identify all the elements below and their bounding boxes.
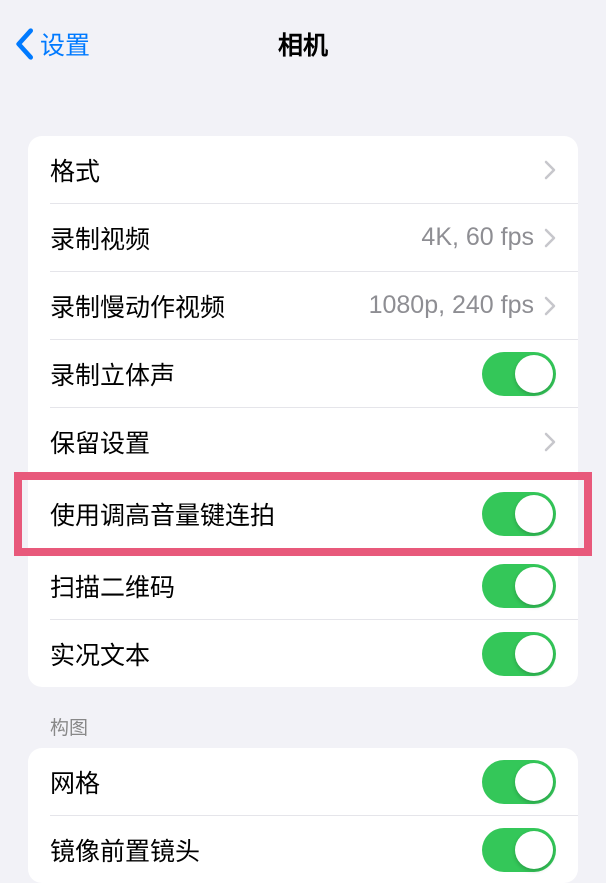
row-label: 使用调高音量键连拍: [50, 496, 275, 532]
row-format[interactable]: 格式: [28, 136, 578, 203]
row-record-slomo[interactable]: 录制慢动作视频 1080p, 240 fps: [28, 272, 578, 339]
row-stereo-sound: 录制立体声: [28, 340, 578, 407]
row-mirror-front: 镜像前置镜头: [28, 816, 578, 883]
toggle-mirror-front[interactable]: [482, 828, 556, 872]
row-volume-burst: 使用调高音量键连拍: [28, 476, 578, 551]
row-value: 1080p, 240 fps: [369, 291, 534, 320]
row-grid: 网格: [28, 748, 578, 815]
row-label: 保留设置: [50, 424, 150, 460]
row-label: 网格: [50, 764, 100, 800]
row-record-video[interactable]: 录制视频 4K, 60 fps: [28, 204, 578, 271]
toggle-grid[interactable]: [482, 760, 556, 804]
row-label: 实况文本: [50, 636, 150, 672]
row-label: 录制慢动作视频: [50, 288, 225, 324]
row-live-text: 实况文本: [28, 620, 578, 687]
chevron-left-icon: [14, 28, 34, 60]
settings-group-camera: 格式 录制视频 4K, 60 fps 录制慢动作视频 1080p, 240 fp…: [28, 136, 578, 687]
chevron-right-icon: [544, 296, 556, 316]
chevron-right-icon: [544, 160, 556, 180]
row-label: 镜像前置镜头: [50, 832, 200, 868]
toggle-live-text[interactable]: [482, 632, 556, 676]
chevron-right-icon: [544, 228, 556, 248]
row-preserve-settings[interactable]: 保留设置: [28, 408, 578, 475]
toggle-volume-burst[interactable]: [482, 492, 556, 536]
row-label: 扫描二维码: [50, 568, 175, 604]
row-label: 录制立体声: [50, 356, 175, 392]
toggle-stereo-sound[interactable]: [482, 352, 556, 396]
chevron-right-icon: [544, 432, 556, 452]
page-title: 相机: [278, 26, 328, 62]
row-value: 4K, 60 fps: [421, 223, 534, 252]
row-scan-qr: 扫描二维码: [28, 552, 578, 619]
toggle-scan-qr[interactable]: [482, 564, 556, 608]
back-button[interactable]: 设置: [14, 26, 90, 62]
nav-bar: 设置 相机: [0, 0, 606, 88]
back-label: 设置: [40, 26, 90, 62]
row-label: 格式: [50, 152, 100, 188]
content: 格式 录制视频 4K, 60 fps 录制慢动作视频 1080p, 240 fp…: [0, 88, 606, 883]
section-header-composition: 构图: [28, 687, 578, 748]
row-label: 录制视频: [50, 220, 150, 256]
